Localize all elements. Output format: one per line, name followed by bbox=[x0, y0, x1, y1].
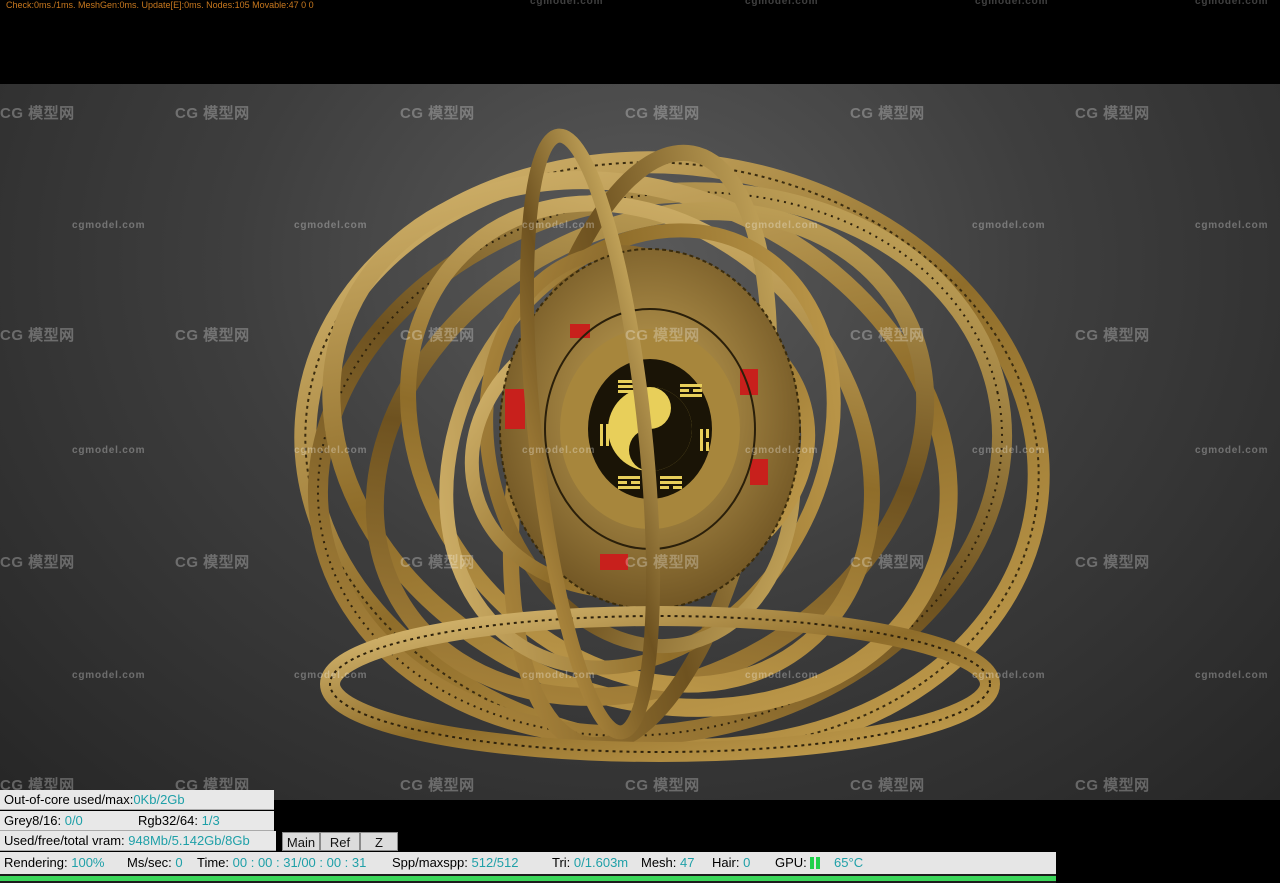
watermark-logo: CG 模型网 bbox=[0, 554, 75, 571]
time-status: Time: 00 : 00 : 31/00 : 00 : 31 bbox=[197, 852, 366, 874]
render-progress-fill bbox=[0, 876, 1056, 881]
watermark-site: cgmodel.com bbox=[745, 445, 819, 456]
watermark-site: cgmodel.com bbox=[522, 445, 596, 456]
out-of-core-label: Out-of-core used/max: bbox=[4, 792, 134, 807]
watermark-site: cgmodel.com bbox=[72, 445, 146, 456]
mesh-value: 47 bbox=[680, 855, 695, 870]
vram-label: Used/free/total vram: bbox=[4, 833, 125, 848]
watermark-logo: CG 模型网 bbox=[850, 777, 925, 794]
watermark-site: cgmodel.com bbox=[975, 0, 1049, 7]
watermark-logo: CG 模型网 bbox=[175, 105, 250, 122]
watermark-site: cgmodel.com bbox=[1195, 445, 1269, 456]
time-label: Time: bbox=[197, 855, 230, 870]
watermark-logo: CG 模型网 bbox=[0, 105, 75, 122]
watermark-logo: CG 模型网 bbox=[625, 777, 700, 794]
ms-label: Ms/sec: bbox=[127, 855, 172, 870]
render-progress-track bbox=[0, 874, 1056, 883]
watermark-site: cgmodel.com bbox=[72, 220, 146, 231]
watermark-site: cgmodel.com bbox=[522, 670, 596, 681]
watermark-site: cgmodel.com bbox=[972, 220, 1046, 231]
gpu-temperature: 65°C bbox=[834, 855, 864, 870]
rgb-value: 1/3 bbox=[201, 813, 220, 828]
texture-count-panel: Grey8/16: 0/0 Rgb32/64: 1/3 bbox=[0, 811, 274, 831]
out-of-core-value: 0Kb/2Gb bbox=[133, 792, 185, 807]
hair-value: 0 bbox=[743, 855, 751, 870]
watermark-site: cgmodel.com bbox=[72, 670, 146, 681]
spp-status: Spp/maxspp: 512/512 bbox=[392, 852, 519, 874]
right-black-area bbox=[1056, 800, 1280, 883]
mesh-label: Mesh: bbox=[641, 855, 677, 870]
render-status-bar: Rendering: 100% Ms/sec: 0 Time: 00 : 00 … bbox=[0, 852, 1056, 874]
watermark-logo: CG 模型网 bbox=[1075, 554, 1150, 571]
top-bar: Check:0ms./1ms. MeshGen:0ms. Update[E]:0… bbox=[0, 0, 1280, 84]
watermark-logo: CG 模型网 bbox=[625, 105, 700, 122]
watermark-site: cgmodel.com bbox=[972, 445, 1046, 456]
tri-label: Tri: bbox=[552, 855, 571, 870]
mesh-status: Mesh: 47 bbox=[641, 852, 695, 874]
watermark-site: cgmodel.com bbox=[294, 220, 368, 231]
time-value: 00 : 00 : 31/00 : 00 : 31 bbox=[232, 855, 367, 870]
watermark-site: cgmodel.com bbox=[522, 220, 596, 231]
armillary-sphere-render bbox=[294, 128, 1050, 762]
grey-value: 0/0 bbox=[64, 813, 83, 828]
watermark-logo: CG 模型网 bbox=[0, 327, 75, 344]
watermark-logo: CG 模型网 bbox=[1075, 777, 1150, 794]
gpu-usage-bars bbox=[810, 855, 822, 870]
watermark-logo: CG 模型网 bbox=[850, 554, 925, 571]
hair-status: Hair: 0 bbox=[712, 852, 750, 874]
spp-label: Spp/maxspp: bbox=[392, 855, 468, 870]
tab-z[interactable]: Z bbox=[360, 832, 398, 851]
watermark-site: cgmodel.com bbox=[745, 0, 819, 7]
watermark-site: cgmodel.com bbox=[294, 445, 368, 456]
ms-status: Ms/sec: 0 bbox=[127, 852, 183, 874]
watermark-site: cgmodel.com bbox=[1195, 0, 1269, 7]
tab-ref[interactable]: Ref bbox=[320, 832, 360, 851]
vram-value: 948Mb/5.142Gb/8Gb bbox=[128, 833, 250, 848]
gpu-label: GPU: bbox=[775, 855, 807, 870]
watermark-logo: CG 模型网 bbox=[850, 105, 925, 122]
watermark-site: cgmodel.com bbox=[745, 670, 819, 681]
watermark-logo: CG 模型网 bbox=[400, 327, 475, 344]
watermark-logo: CG 模型网 bbox=[625, 327, 700, 344]
watermark-logo: CG 模型网 bbox=[400, 554, 475, 571]
watermark-site: cgmodel.com bbox=[972, 670, 1046, 681]
rendering-label: Rendering: bbox=[4, 855, 68, 870]
gpu-status: GPU: 65°C bbox=[775, 852, 863, 874]
hair-label: Hair: bbox=[712, 855, 740, 870]
watermark-site: cgmodel.com bbox=[745, 220, 819, 231]
watermark-logo: CG 模型网 bbox=[625, 554, 700, 571]
vram-panel: Used/free/total vram: 948Mb/5.142Gb/8Gb bbox=[0, 831, 276, 851]
out-of-core-panel: Out-of-core used/max:0Kb/2Gb bbox=[0, 790, 274, 810]
render-viewport[interactable]: CG 模型网 CG 模型网 CG 模型网 CG 模型网 CG 模型网 CG 模型… bbox=[0, 84, 1280, 800]
ms-value: 0 bbox=[175, 855, 183, 870]
rgb-label: Rgb32/64: bbox=[138, 813, 198, 828]
watermark-logo: CG 模型网 bbox=[850, 327, 925, 344]
rgb-group: Rgb32/64: 1/3 bbox=[138, 811, 220, 831]
watermark-site: cgmodel.com bbox=[1195, 670, 1269, 681]
watermark-site: cgmodel.com bbox=[530, 0, 604, 7]
tab-main[interactable]: Main bbox=[282, 832, 320, 851]
debug-line: Check:0ms./1ms. MeshGen:0ms. Update[E]:0… bbox=[6, 0, 314, 10]
watermark-logo: CG 模型网 bbox=[1075, 105, 1150, 122]
tri-status: Tri: 0/1.603m bbox=[552, 852, 628, 874]
watermark-site: cgmodel.com bbox=[1195, 220, 1269, 231]
watermark-logo: CG 模型网 bbox=[1075, 327, 1150, 344]
watermark-logo: CG 模型网 bbox=[175, 554, 250, 571]
spp-value: 512/512 bbox=[471, 855, 519, 870]
watermark-logo: CG 模型网 bbox=[175, 327, 250, 344]
rendering-status: Rendering: 100% bbox=[4, 852, 104, 874]
watermark-logo: CG 模型网 bbox=[400, 105, 475, 122]
watermark-site: cgmodel.com bbox=[294, 670, 368, 681]
watermark-logo: CG 模型网 bbox=[400, 777, 475, 794]
grey-label: Grey8/16: bbox=[4, 813, 62, 828]
tri-value: 0/1.603m bbox=[573, 855, 629, 870]
rendering-value: 100% bbox=[71, 855, 105, 870]
